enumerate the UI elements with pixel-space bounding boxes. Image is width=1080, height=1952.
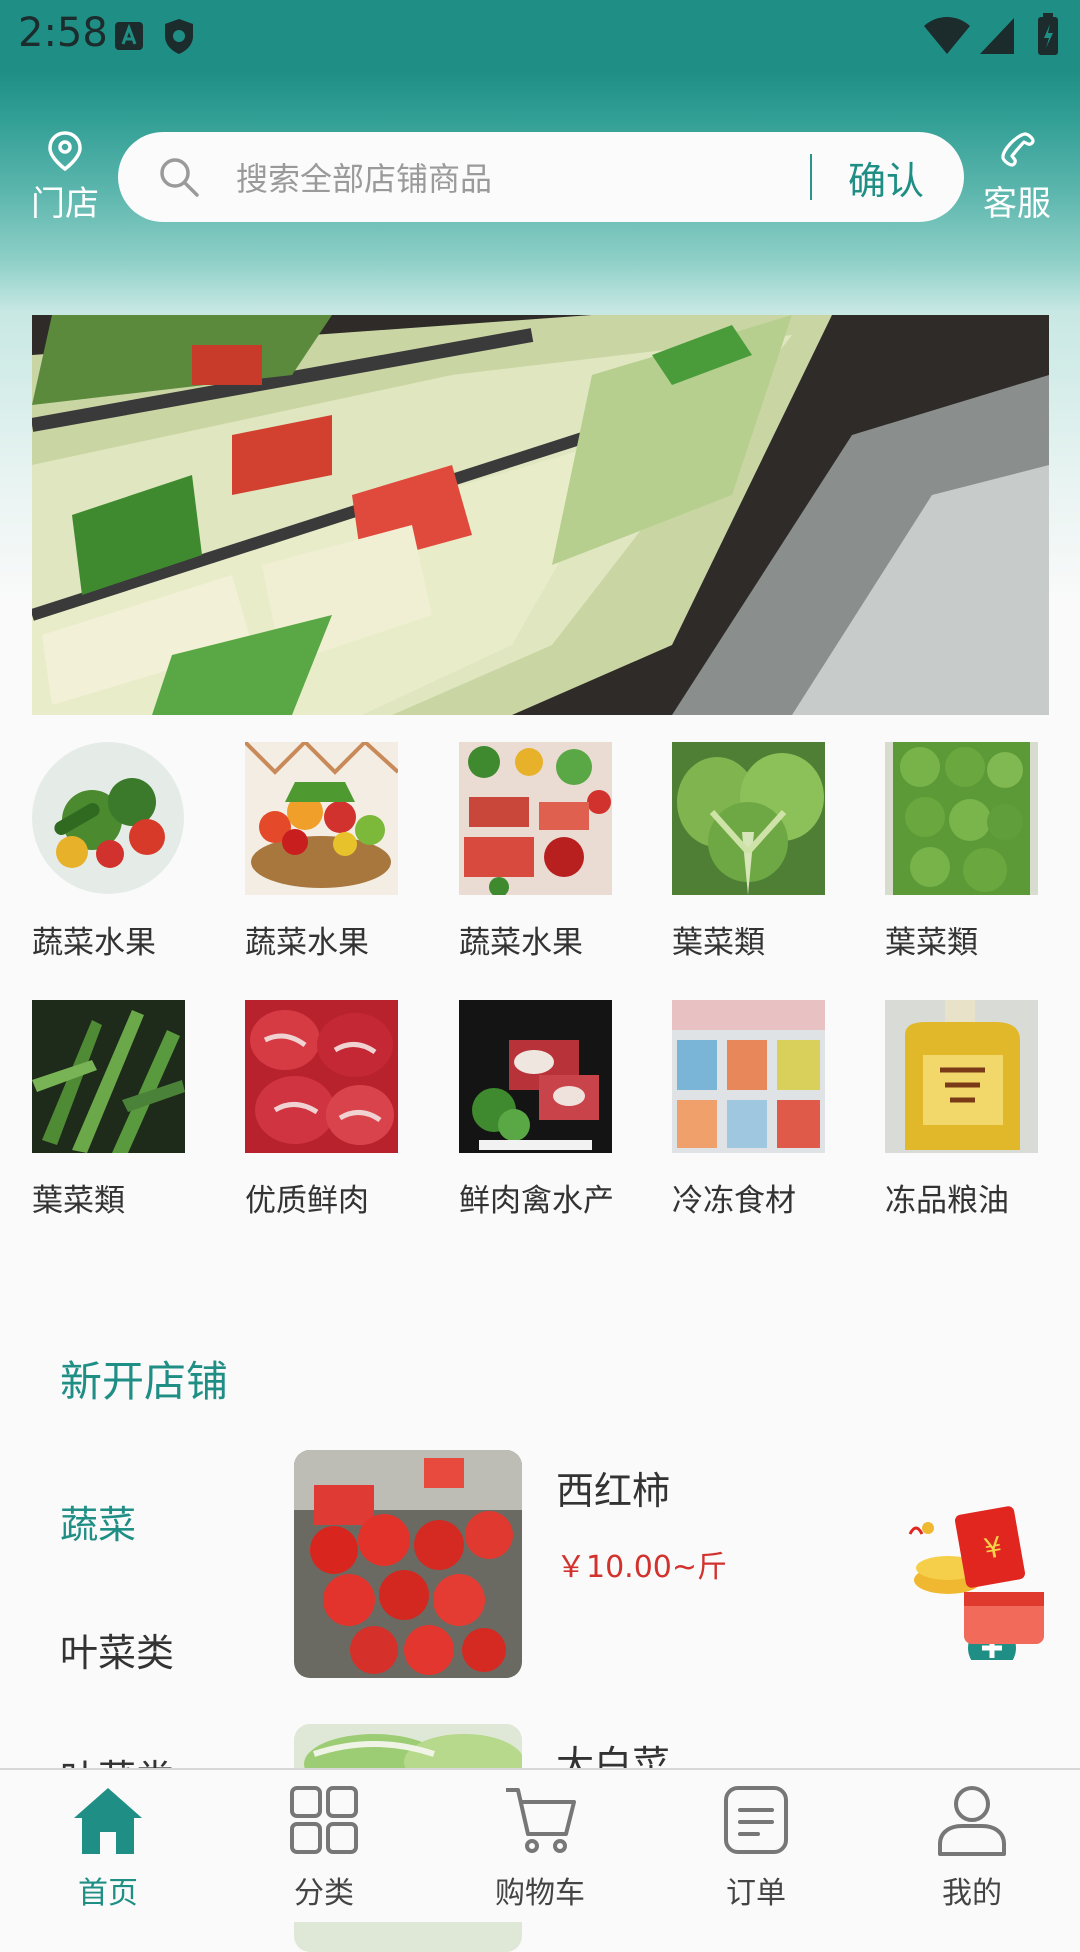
store-label: 门店 — [31, 184, 99, 224]
tab-vegetables[interactable]: 蔬菜 — [60, 1494, 136, 1549]
category-image — [245, 742, 398, 895]
product-image — [294, 1450, 522, 1678]
phone-icon — [1001, 132, 1035, 167]
category-label: 蔬菜水果 — [245, 925, 369, 961]
search-icon — [160, 158, 199, 197]
category-label: 葉菜類 — [672, 925, 765, 961]
category-image — [672, 1000, 825, 1153]
category-image — [885, 1000, 1038, 1153]
service-label: 客服 — [983, 184, 1051, 224]
nav-label: 首页 — [78, 1876, 138, 1911]
search-bar[interactable]: 搜索全部店铺商品 确认 — [118, 132, 964, 222]
category-image — [32, 742, 185, 895]
location-pin-icon — [48, 131, 82, 172]
category-image — [459, 1000, 612, 1153]
category-image — [32, 1000, 185, 1153]
search-divider — [810, 154, 812, 200]
nav-label: 购物车 — [495, 1876, 585, 1911]
nav-label: 我的 — [942, 1876, 1002, 1911]
signal-icon — [980, 18, 1014, 54]
grid-icon — [290, 1786, 358, 1854]
red-packet-promo[interactable]: ¥ — [908, 1500, 1048, 1672]
category-item[interactable]: 鲜肉禽水产 — [459, 1000, 659, 1220]
category-item[interactable]: 葉菜類 — [672, 742, 872, 962]
tab-leafy-greens[interactable]: 叶菜类 — [60, 1622, 174, 1677]
product-name: 西红柿 — [556, 1469, 671, 1513]
produce-spread-photo — [459, 742, 612, 895]
wifi-icon — [924, 17, 970, 54]
category-label: 冻品粮油 — [885, 1183, 1009, 1219]
nav-category[interactable]: 分类 — [216, 1770, 432, 1922]
fruit-basket-photo — [245, 742, 398, 895]
nav-home[interactable]: 首页 — [0, 1770, 216, 1922]
meat-poultry-photo — [459, 1000, 612, 1153]
status-time: 2:58 — [18, 10, 108, 56]
nav-orders[interactable]: 订单 — [648, 1770, 864, 1922]
product-card[interactable]: 西红柿 ￥10.00~斤 — [294, 1450, 994, 1678]
tomato-photo — [294, 1450, 522, 1678]
red-packet-icon: ¥ — [908, 1506, 1044, 1672]
service-button[interactable]: 客服 — [972, 130, 1062, 225]
category-image — [245, 1000, 398, 1153]
category-label: 冷冻食材 — [672, 1183, 796, 1219]
bok-choy-photo — [672, 742, 825, 895]
category-label: 蔬菜水果 — [459, 925, 583, 961]
nav-cart[interactable]: 购物车 — [432, 1770, 648, 1922]
vegetable-fruit-photo — [32, 742, 184, 894]
home-icon — [74, 1788, 142, 1854]
category-item[interactable]: 蔬菜水果 — [459, 742, 659, 962]
category-label: 优质鲜肉 — [245, 1183, 369, 1219]
category-item[interactable]: 优质鲜肉 — [245, 1000, 445, 1220]
banner-image[interactable] — [32, 315, 1049, 715]
category-item[interactable]: 蔬菜水果 — [245, 742, 445, 962]
app-notification-icon — [115, 22, 143, 50]
search-input[interactable]: 搜索全部店铺商品 — [236, 154, 492, 200]
category-item[interactable]: 葉菜類 — [32, 1000, 232, 1220]
frozen-food-photo — [672, 1000, 825, 1153]
order-icon — [724, 1786, 788, 1854]
product-price: ￥10.00~斤 — [556, 1550, 728, 1585]
store-button[interactable]: 门店 — [20, 130, 110, 225]
bottom-navigation: 首页 分类 购物车 订单 我的 — [0, 1768, 1080, 1922]
fresh-meat-photo — [245, 1000, 398, 1153]
category-item[interactable]: 冻品粮油 — [885, 1000, 1080, 1220]
leafy-greens-photo — [32, 1000, 185, 1153]
category-item[interactable]: 冷冻食材 — [672, 1000, 872, 1220]
section-title-new-stores: 新开店铺 — [60, 1357, 229, 1406]
category-label: 葉菜類 — [32, 1183, 125, 1219]
nav-profile[interactable]: 我的 — [864, 1770, 1080, 1922]
nav-label: 分类 — [294, 1876, 354, 1911]
category-image — [672, 742, 825, 895]
nav-label: 订单 — [726, 1876, 786, 1911]
cooking-oil-photo — [885, 1000, 1038, 1153]
battery-icon — [1038, 13, 1058, 55]
cart-icon — [506, 1788, 576, 1853]
user-icon — [938, 1786, 1006, 1856]
category-image — [459, 742, 612, 895]
category-item[interactable]: 葉菜類 — [885, 742, 1080, 962]
category-item[interactable]: 蔬菜水果 — [32, 742, 232, 962]
vegetable-shelf-photo — [32, 315, 1049, 715]
category-label: 蔬菜水果 — [32, 925, 156, 961]
category-label: 鲜肉禽水产 — [459, 1183, 614, 1219]
shield-icon — [165, 19, 193, 54]
category-image — [885, 742, 1038, 895]
greens-crate-photo — [885, 742, 1038, 895]
confirm-button[interactable]: 确认 — [848, 150, 924, 205]
status-bar: 2:58 — [0, 0, 1080, 72]
category-label: 葉菜類 — [885, 925, 978, 961]
